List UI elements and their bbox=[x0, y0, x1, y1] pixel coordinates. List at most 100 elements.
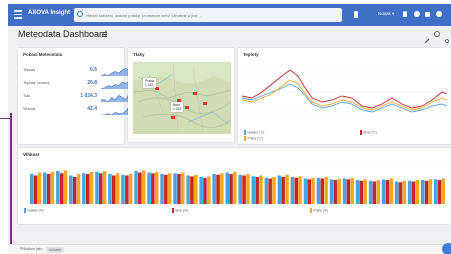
humidity-bar bbox=[372, 181, 377, 204]
search-icon bbox=[77, 11, 83, 17]
location-icon[interactable] bbox=[354, 11, 358, 18]
humidity-bar bbox=[290, 177, 295, 204]
humidity-bar bbox=[108, 174, 112, 204]
humidity-bar bbox=[141, 170, 146, 205]
humidity-bar bbox=[168, 173, 172, 205]
humidity-bar bbox=[434, 179, 438, 205]
humidity-bar bbox=[355, 180, 360, 204]
weather-row: Teplota, bodový 20.8 bbox=[23, 79, 133, 89]
humidity-bar bbox=[428, 179, 433, 205]
humidity-bar bbox=[59, 173, 64, 205]
map-card: Tlaky Praha 1 022 Brno 1 023 bbox=[128, 48, 234, 142]
humidity-bar bbox=[437, 180, 442, 204]
refresh-icon[interactable] bbox=[434, 31, 440, 37]
humidity-bar bbox=[43, 172, 47, 204]
map-label-praha: Praha 1 022 bbox=[143, 78, 156, 88]
humidity-bar bbox=[324, 177, 328, 204]
pressure-map[interactable]: Praha 1 022 Brno 1 023 bbox=[133, 62, 231, 134]
footer-label: Přihlášen jako bbox=[20, 247, 43, 251]
humidity-bar bbox=[407, 180, 412, 205]
notifications-icon[interactable] bbox=[403, 11, 407, 17]
series-hradec-line bbox=[242, 83, 447, 113]
help-icon[interactable] bbox=[414, 11, 420, 17]
humidity-bar bbox=[190, 176, 194, 205]
weather-row-label: Vlhkost bbox=[23, 107, 36, 111]
legend-item[interactable]: Hradec (%) bbox=[24, 208, 44, 213]
humidity-bar bbox=[350, 177, 354, 205]
weather-row-label: Tlak bbox=[23, 94, 31, 98]
app-name[interactable]: AXOVA Insight bbox=[28, 10, 70, 16]
humidity-bar bbox=[333, 180, 338, 204]
weather-card: Počasí Meteostatu Teplota 6.5 Teplota, bod… bbox=[18, 48, 133, 144]
humidity-bar bbox=[242, 175, 246, 204]
hamburger-menu-icon[interactable] bbox=[14, 10, 22, 20]
humidity-bar bbox=[272, 177, 276, 204]
top-bar: AXOVA Insight Novak ▾ bbox=[8, 4, 451, 26]
humidity-bar bbox=[33, 175, 38, 204]
weather-row-value: 20.8 bbox=[87, 80, 97, 86]
grid-apps-icon[interactable] bbox=[425, 12, 430, 17]
temperature-card: Teploty Hradec (°C) Brno (°C) Praha (°C) bbox=[238, 48, 451, 144]
marker-2[interactable] bbox=[193, 92, 197, 95]
marker-4[interactable] bbox=[171, 116, 175, 119]
dashboard-menu-icon[interactable] bbox=[102, 32, 107, 37]
humidity-bar bbox=[46, 174, 51, 204]
humidity-bar bbox=[246, 174, 250, 204]
humidity-bar bbox=[164, 174, 168, 205]
humidity-bar bbox=[86, 174, 90, 204]
legend-label: Hradec (%) bbox=[27, 208, 44, 213]
humidity-bar bbox=[415, 180, 420, 204]
humidity-bar bbox=[368, 180, 373, 205]
legend-item[interactable]: Praha (°C) bbox=[244, 136, 263, 141]
humidity-bar bbox=[154, 171, 159, 205]
humidity-bar bbox=[173, 173, 177, 205]
marker-3[interactable] bbox=[203, 102, 207, 105]
weather-row-value: 1 024.3 bbox=[80, 93, 97, 99]
humidity-bar bbox=[89, 171, 94, 205]
humidity-bar bbox=[255, 177, 259, 204]
more-icon[interactable] bbox=[444, 31, 450, 43]
humidity-bar bbox=[303, 178, 308, 204]
annotation-tick bbox=[0, 118, 10, 119]
footer-tag[interactable]: uživatel bbox=[46, 247, 65, 253]
legend-item[interactable]: Brno (°C) bbox=[360, 130, 377, 135]
marker-brno[interactable] bbox=[185, 106, 189, 109]
humidity-bar bbox=[346, 179, 351, 205]
legend-item[interactable]: Praha (%) bbox=[310, 208, 328, 213]
avatar[interactable] bbox=[436, 11, 442, 17]
humidity-bar bbox=[420, 180, 425, 204]
map-label-brno-value: 1 023 bbox=[173, 107, 182, 111]
legend-item[interactable]: Hradec (°C) bbox=[244, 130, 264, 135]
search-bar[interactable] bbox=[74, 8, 342, 22]
humidity-bar bbox=[181, 172, 185, 204]
humidity-bar bbox=[311, 177, 315, 205]
humidity-bar bbox=[177, 174, 181, 204]
humidity-bar bbox=[37, 172, 42, 204]
humidity-bar bbox=[277, 175, 282, 204]
search-input[interactable] bbox=[86, 10, 336, 20]
edit-icon[interactable] bbox=[424, 31, 430, 44]
humidity-bar bbox=[212, 174, 216, 204]
temperature-chart[interactable] bbox=[242, 62, 447, 126]
humidity-chart[interactable] bbox=[22, 160, 447, 206]
humidity-bar bbox=[95, 171, 99, 205]
humidity-bar bbox=[229, 174, 233, 204]
humidity-bar bbox=[259, 175, 263, 204]
user-menu[interactable]: Novak ▾ bbox=[378, 11, 394, 17]
weather-row-label: Teplota, bodový bbox=[23, 81, 50, 85]
humidity-bar bbox=[342, 178, 347, 204]
add-widget-button[interactable] bbox=[442, 243, 451, 254]
humidity-bar bbox=[376, 180, 380, 204]
humidity-bar bbox=[115, 173, 120, 205]
humidity-bar bbox=[307, 179, 311, 205]
map-label-praha-value: 1 022 bbox=[145, 83, 154, 87]
humidity-bar bbox=[363, 179, 367, 205]
humidity-bar bbox=[268, 178, 272, 204]
legend-item[interactable]: Brno (%) bbox=[172, 208, 188, 213]
legend-label: Brno (%) bbox=[175, 208, 189, 213]
map-label-brno: Brno 1 023 bbox=[171, 102, 184, 112]
weather-card-title: Počasí Meteostatu bbox=[23, 52, 63, 57]
legend-swatch bbox=[244, 130, 246, 135]
humidity-bar bbox=[56, 171, 60, 204]
humidity-bar bbox=[220, 173, 224, 205]
